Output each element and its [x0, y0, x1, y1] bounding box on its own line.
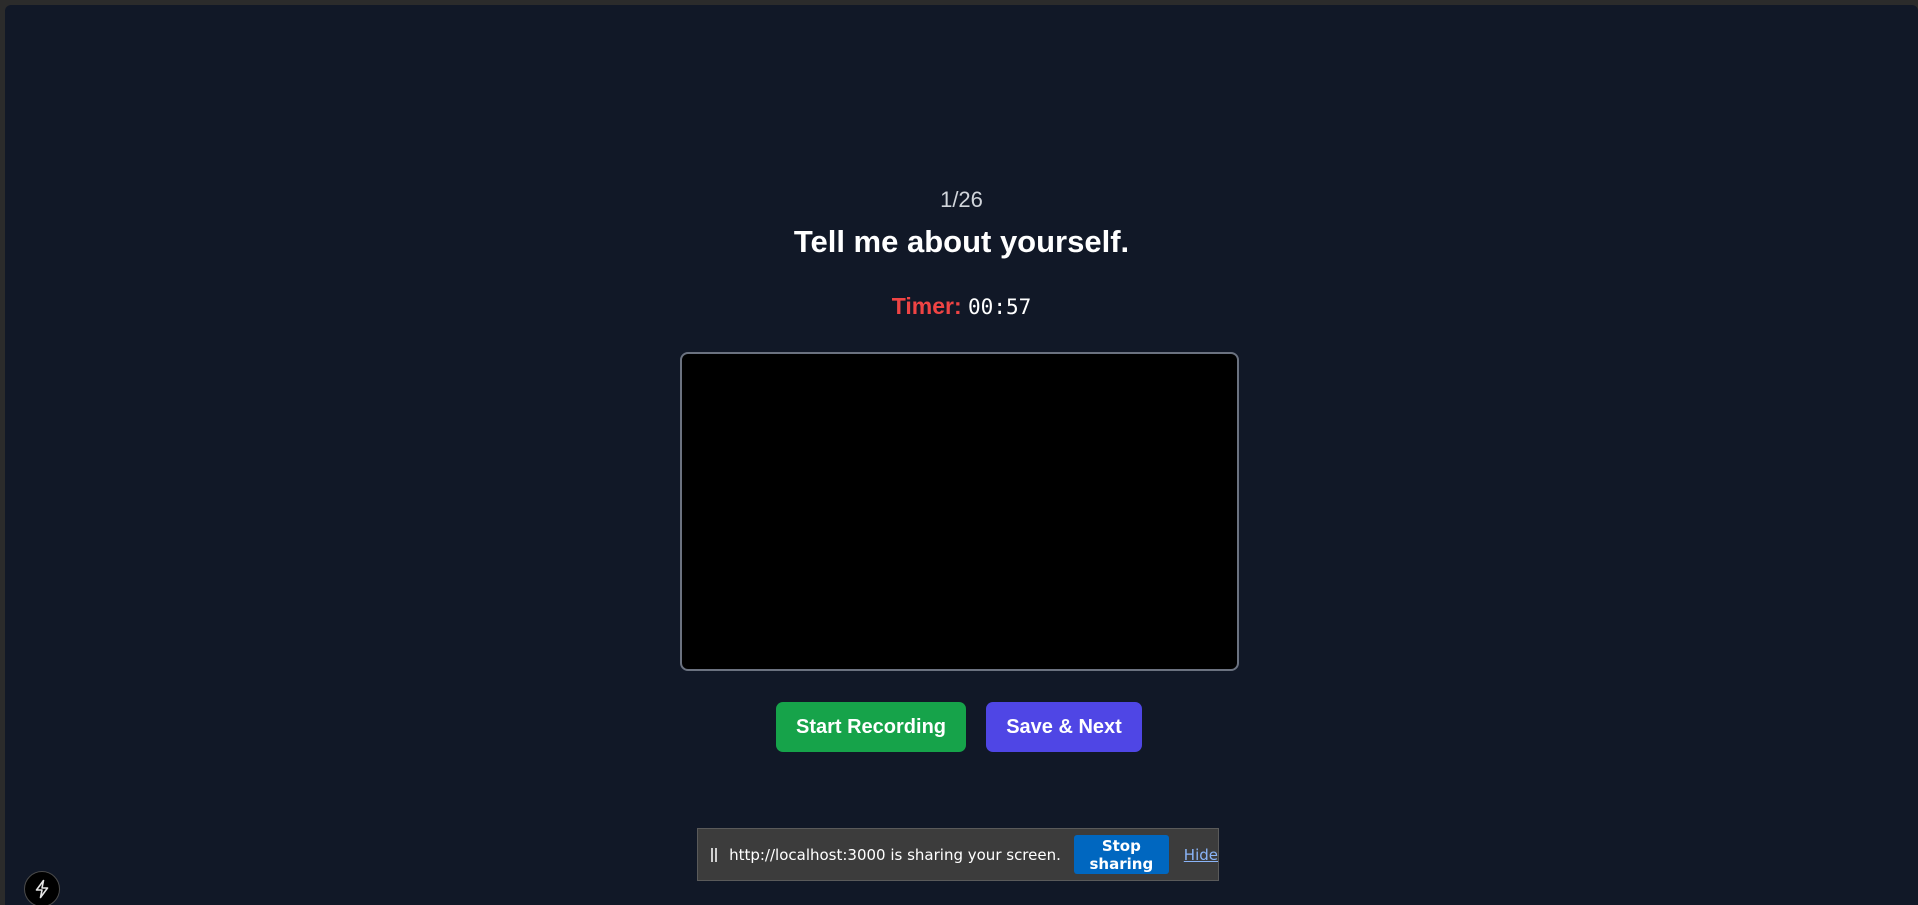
dev-tools-button[interactable] [24, 871, 60, 905]
app-window: 1/26 Tell me about yourself. Timer: 00:5… [5, 5, 1918, 905]
screen-share-bar: http://localhost:3000 is sharing your sc… [697, 828, 1219, 881]
timer-label: Timer: [891, 293, 962, 319]
timer-value: 00:57 [968, 295, 1032, 319]
hide-link[interactable]: Hide [1184, 846, 1218, 864]
share-message: http://localhost:3000 is sharing your sc… [729, 845, 1061, 864]
question-counter: 1/26 [940, 187, 983, 212]
question-title: Tell me about yourself. [793, 224, 1130, 259]
lightning-bolt-icon [35, 879, 49, 899]
video-preview [680, 352, 1239, 671]
start-recording-button[interactable]: Start Recording [776, 702, 966, 752]
grip-handle-icon[interactable] [711, 847, 718, 862]
stop-sharing-button[interactable]: Stop sharing [1073, 835, 1169, 874]
interview-stage: 1/26 Tell me about yourself. Timer: 00:5… [5, 5, 1918, 905]
timer: Timer: 00:57 [5, 292, 1918, 321]
save-next-button[interactable]: Save & Next [986, 702, 1142, 752]
